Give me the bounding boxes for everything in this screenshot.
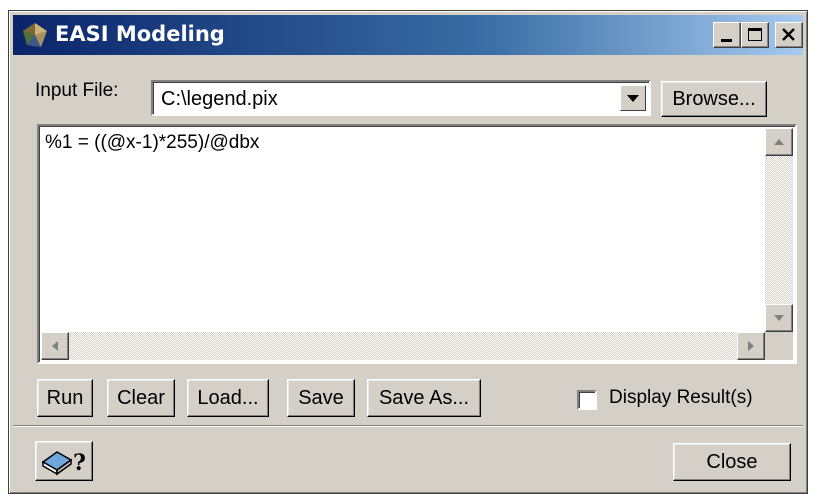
scroll-right-button[interactable] (737, 332, 765, 360)
app-icon (23, 23, 47, 47)
input-file-combobox[interactable]: C:\legend.pix (151, 80, 651, 116)
close-icon (782, 28, 795, 41)
arrow-down-icon (774, 315, 784, 321)
vertical-scrollbar[interactable] (765, 128, 793, 332)
display-results-label[interactable]: Display Result(s) (609, 387, 753, 409)
display-results-checkbox[interactable] (577, 390, 597, 410)
arrow-up-icon (774, 139, 784, 145)
minimize-button[interactable] (713, 22, 741, 48)
input-file-value: C:\legend.pix (161, 88, 278, 110)
window-title: EASI Modeling (55, 22, 225, 46)
title-bar[interactable]: EASI Modeling (13, 15, 803, 55)
close-button[interactable] (775, 22, 803, 48)
save-as-button[interactable]: Save As... (367, 379, 481, 417)
save-button[interactable]: Save (287, 379, 355, 417)
footer-separator (13, 425, 803, 427)
editor-content: %1 = ((@x-1)*255)/@dbx (45, 132, 260, 153)
easi-modeling-window: EASI Modeling Input File: C:\legend.pix (8, 10, 808, 494)
clear-button[interactable]: Clear (107, 379, 175, 417)
scroll-down-button[interactable] (765, 304, 793, 332)
minimize-icon (721, 39, 732, 42)
load-button[interactable]: Load... (187, 379, 269, 417)
scroll-left-button[interactable] (41, 332, 69, 360)
help-book-icon: ? (41, 450, 86, 476)
horizontal-scrollbar[interactable] (41, 332, 765, 360)
help-button[interactable]: ? (35, 441, 93, 481)
chevron-down-icon (627, 95, 639, 102)
scrollbar-corner (765, 332, 793, 360)
close-dialog-button[interactable]: Close (673, 443, 791, 481)
arrow-right-icon (748, 341, 754, 351)
dropdown-button[interactable] (620, 85, 646, 111)
maximize-button[interactable] (741, 22, 769, 48)
maximize-icon (748, 28, 762, 41)
run-button[interactable]: Run (37, 379, 93, 417)
arrow-left-icon (52, 341, 58, 351)
input-file-label: Input File: (35, 80, 119, 101)
svg-text:?: ? (73, 450, 86, 476)
browse-button[interactable]: Browse... (661, 81, 767, 117)
model-editor[interactable]: %1 = ((@x-1)*255)/@dbx (37, 124, 797, 364)
scroll-up-button[interactable] (765, 128, 793, 156)
